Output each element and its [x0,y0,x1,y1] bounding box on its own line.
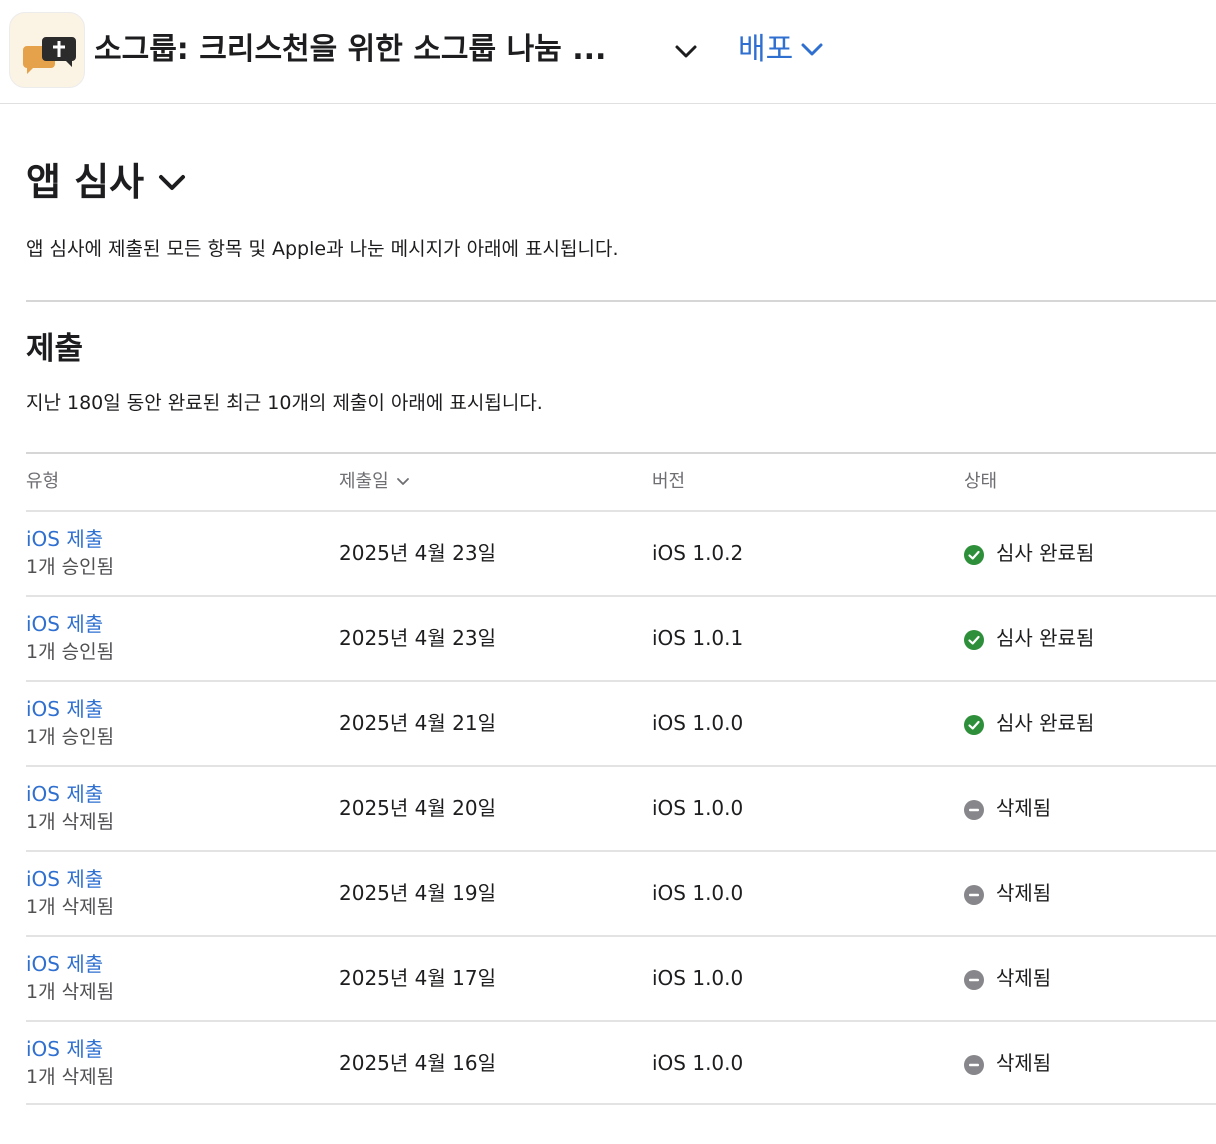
submission-summary: 1개 승인됨 [26,641,115,663]
status-badge: 삭제됨 [964,1048,1051,1078]
status-label: 삭제됨 [996,1051,1052,1075]
table-row: iOS 제출 1개 승인됨 2025년 4월 23일 iOS 1.0.2 심사 완료됨 [26,510,1216,595]
submission-date: 2025년 4월 17일 [339,966,496,990]
column-header-type: 유형 [26,471,60,492]
table-row: iOS 제출 1개 삭제됨 2025년 4월 16일 iOS 1.0.0 삭제됨 [26,1020,1216,1105]
submission-date: 2025년 4월 16일 [339,1051,496,1075]
chevron-down-icon [159,174,186,190]
status-badge: 심사 완료됨 [964,708,1094,738]
minus-circle-icon [964,1053,984,1075]
submission-date: 2025년 4월 19일 [339,881,496,905]
status-label: 심사 완료됨 [996,541,1095,565]
submissions-description: 지난 180일 동안 완료된 최근 10개의 제출이 아래에 표시됩니다. [26,392,543,414]
submission-link[interactable]: iOS 제출 [26,695,103,723]
review-description: 앱 심사에 제출된 모든 항목 및 Apple과 나눈 메시지가 아래에 표시됩… [26,238,619,260]
sort-chevron-down-icon [396,477,409,485]
submission-date: 2025년 4월 20일 [339,796,496,820]
submission-link[interactable]: iOS 제출 [26,525,103,553]
submission-version: iOS 1.0.0 [652,966,744,990]
app-title: 소그룹: 크리스천을 위한 소그룹 나눔 ... [94,32,607,67]
checkmark-circle-icon [964,543,984,565]
distribute-label: 배포 [738,32,794,67]
submission-summary: 1개 승인됨 [26,556,115,578]
submission-summary: 1개 삭제됨 [26,896,115,918]
column-header-version: 버전 [652,471,686,492]
status-badge: 심사 완료됨 [964,538,1094,568]
status-label: 삭제됨 [996,881,1052,905]
submission-link[interactable]: iOS 제출 [26,950,103,978]
submission-summary: 1개 삭제됨 [26,1066,115,1088]
distribute-menu[interactable]: 배포 [738,28,827,72]
status-badge: 심사 완료됨 [964,623,1094,653]
submission-version: iOS 1.0.2 [652,541,744,565]
status-badge: 삭제됨 [964,963,1051,993]
submission-version: iOS 1.0.0 [652,711,744,735]
submission-version: iOS 1.0.0 [652,796,744,820]
table-top-divider [26,452,1216,454]
submission-link[interactable]: iOS 제출 [26,610,103,638]
submission-link[interactable]: iOS 제출 [26,865,103,893]
app-icon[interactable] [9,12,85,88]
status-label: 삭제됨 [996,796,1052,820]
status-label: 심사 완료됨 [996,711,1095,735]
submission-summary: 1개 승인됨 [26,726,115,748]
table-row: iOS 제출 1개 승인됨 2025년 4월 21일 iOS 1.0.0 심사 완료됨 [26,680,1216,765]
chevron-down-icon [801,43,823,55]
column-header-date[interactable]: 제출일 [339,468,411,496]
submission-link[interactable]: iOS 제출 [26,780,103,808]
minus-circle-icon [964,968,984,990]
table-row: iOS 제출 1개 승인됨 2025년 4월 23일 iOS 1.0.1 심사 완료됨 [26,595,1216,680]
status-label: 삭제됨 [996,966,1052,990]
app-switcher-chevron-icon[interactable] [670,36,702,68]
table-row: iOS 제출 1개 삭제됨 2025년 4월 17일 iOS 1.0.0 삭제됨 [26,935,1216,1020]
submission-version: iOS 1.0.0 [652,1051,744,1075]
column-header-status: 상태 [964,471,998,492]
submission-summary: 1개 삭제됨 [26,981,115,1003]
table-row: iOS 제출 1개 삭제됨 2025년 4월 19일 iOS 1.0.0 삭제됨 [26,850,1216,935]
submission-date: 2025년 4월 23일 [339,541,496,565]
app-header: 소그룹: 크리스천을 위한 소그룹 나눔 ... 배포 [0,0,1216,104]
minus-circle-icon [964,883,984,905]
table-row: iOS 제출 1개 삭제됨 2025년 4월 20일 iOS 1.0.0 삭제됨 [26,765,1216,850]
submission-version: iOS 1.0.1 [652,626,744,650]
chat-bubbles-cross-icon [23,37,76,74]
checkmark-circle-icon [964,628,984,650]
status-label: 심사 완료됨 [996,626,1095,650]
review-title: 앱 심사 [26,160,145,204]
submission-date: 2025년 4월 21일 [339,711,496,735]
status-badge: 삭제됨 [964,878,1051,908]
checkmark-circle-icon [964,713,984,735]
column-header-date-label: 제출일 [339,471,389,492]
submissions-title: 제출 [26,331,84,367]
submission-link[interactable]: iOS 제출 [26,1035,103,1063]
submission-summary: 1개 삭제됨 [26,811,115,833]
submission-version: iOS 1.0.0 [652,881,744,905]
status-badge: 삭제됨 [964,793,1051,823]
minus-circle-icon [964,798,984,820]
review-section-title[interactable]: 앱 심사 [26,154,190,210]
submission-date: 2025년 4월 23일 [339,626,496,650]
section-divider [26,300,1216,302]
